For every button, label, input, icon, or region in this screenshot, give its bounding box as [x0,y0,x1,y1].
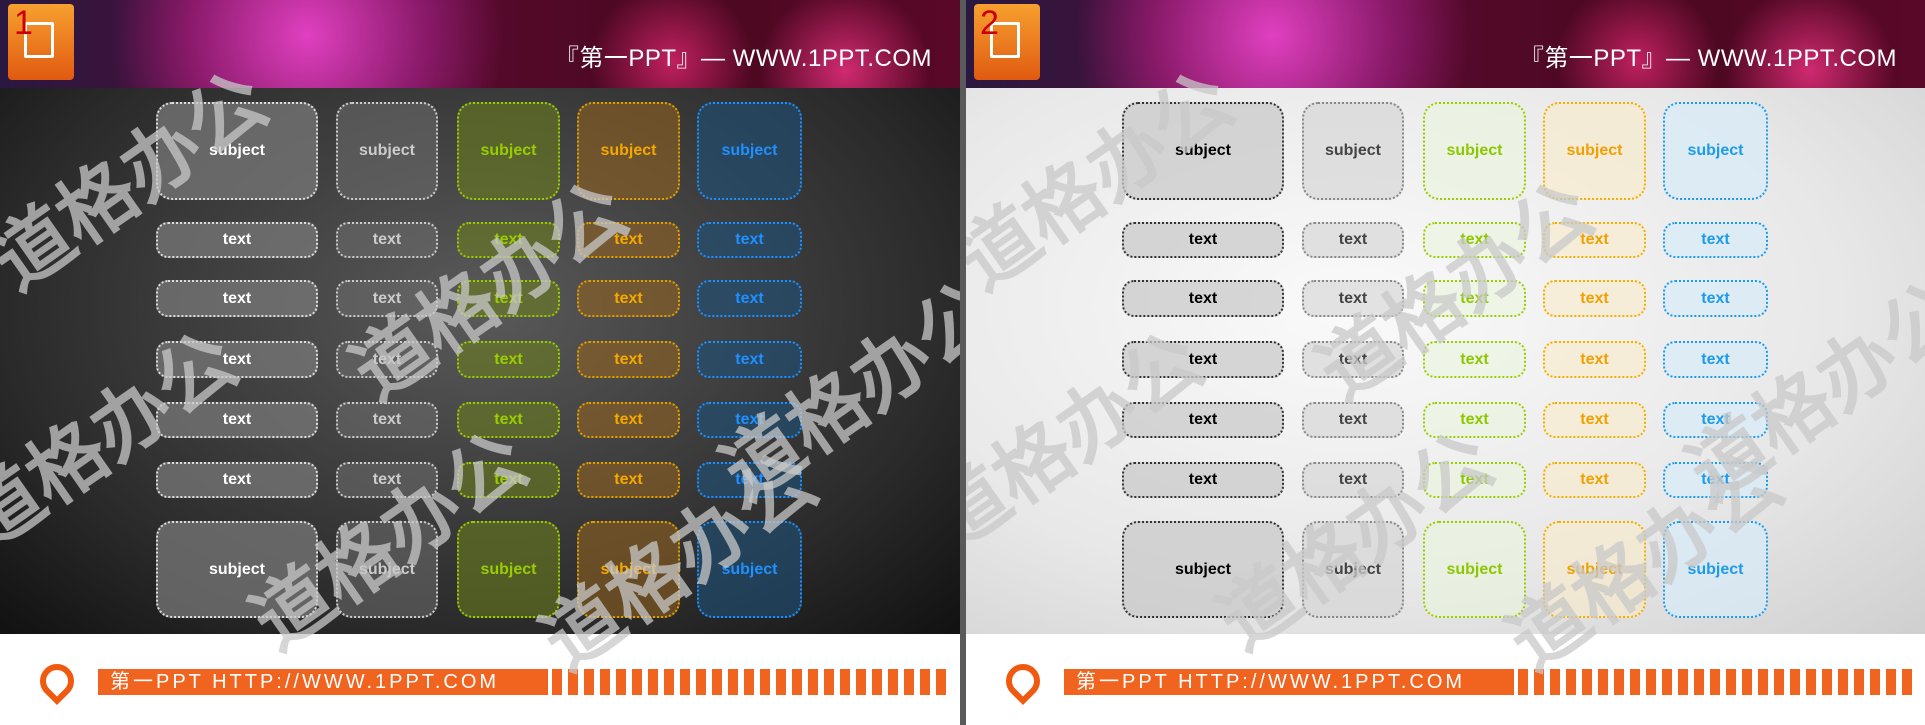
text-button[interactable]: text [1122,222,1284,258]
header-title: 『第一PPT』— WWW.1PPT.COM [1519,45,1897,72]
header-title: 『第一PPT』— WWW.1PPT.COM [554,45,932,72]
subject-button[interactable]: subject [336,521,438,618]
text-button[interactable]: text [1122,280,1284,317]
slide-2[interactable]: 2 『第一PPT』— WWW.1PPT.COM subject subject su… [966,0,1925,725]
text-button[interactable]: text [1663,341,1768,378]
text-button[interactable]: text [156,462,318,498]
text-button[interactable]: text [697,402,802,438]
subject-button[interactable]: subject [1423,521,1526,618]
subject-button[interactable]: subject [1543,102,1646,200]
text-button[interactable]: text [1663,280,1768,317]
text-button[interactable]: text [577,222,680,258]
footer-stripes [1518,669,1918,695]
footer-link[interactable]: 第一PPT HTTP://WWW.1PPT.COM [98,669,548,695]
slide-header: 1 『第一PPT』— WWW.1PPT.COM [0,0,960,88]
subject-button[interactable]: subject [457,102,560,200]
slide-footer: 第一PPT HTTP://WWW.1PPT.COM [0,634,960,725]
button-grid: subject subject subject subject subject text t… [0,88,960,634]
text-button[interactable]: text [457,222,560,258]
subject-button[interactable]: subject [697,102,802,200]
subject-button[interactable]: subject [457,521,560,618]
text-button[interactable]: text [1423,280,1526,317]
footer-link[interactable]: 第一PPT HTTP://WWW.1PPT.COM [1064,669,1514,695]
text-button[interactable]: text [156,402,318,438]
slide-number: 1 [14,4,33,42]
text-button[interactable]: text [1122,462,1284,498]
text-button[interactable]: text [1423,462,1526,498]
text-button[interactable]: text [336,341,438,378]
text-button[interactable]: text [577,280,680,317]
text-button[interactable]: text [156,341,318,378]
subject-button[interactable]: subject [156,102,318,200]
text-button[interactable]: text [1122,402,1284,438]
text-button[interactable]: text [697,280,802,317]
text-button[interactable]: text [1302,341,1404,378]
text-button[interactable]: text [1302,280,1404,317]
pin-icon [998,656,1048,706]
subject-button[interactable]: subject [1122,102,1284,200]
text-button[interactable]: text [1302,462,1404,498]
subject-button[interactable]: subject [1302,521,1404,618]
text-button[interactable]: text [1423,222,1526,258]
text-button[interactable]: text [1543,402,1646,438]
subject-button[interactable]: subject [1663,102,1768,200]
slide-number-badge: 2 [974,4,1040,80]
text-button[interactable]: text [1423,402,1526,438]
text-button[interactable]: text [1543,462,1646,498]
text-button[interactable]: text [577,462,680,498]
text-button[interactable]: text [156,280,318,317]
text-button[interactable]: text [336,222,438,258]
subject-button[interactable]: subject [1423,102,1526,200]
text-button[interactable]: text [457,341,560,378]
subject-button[interactable]: subject [577,102,680,200]
text-button[interactable]: text [457,402,560,438]
text-button[interactable]: text [697,222,802,258]
subject-button[interactable]: subject [1122,521,1284,618]
button-grid: subject subject subject subject subject text t… [966,88,1925,634]
text-button[interactable]: text [697,462,802,498]
footer-stripes [552,669,952,695]
slide-number: 2 [980,4,999,42]
text-button[interactable]: text [1543,280,1646,317]
pin-icon [32,656,82,706]
subject-button[interactable]: subject [156,521,318,618]
text-button[interactable]: text [1302,222,1404,258]
subject-button[interactable]: subject [1663,521,1768,618]
slide-footer: 第一PPT HTTP://WWW.1PPT.COM [966,634,1925,725]
text-button[interactable]: text [1122,341,1284,378]
text-button[interactable]: text [156,222,318,258]
slide-header: 2 『第一PPT』— WWW.1PPT.COM [966,0,1925,88]
text-button[interactable]: text [1302,402,1404,438]
slide-1[interactable]: 1 『第一PPT』— WWW.1PPT.COM subject subject su… [0,0,960,725]
text-button[interactable]: text [577,402,680,438]
text-button[interactable]: text [1423,341,1526,378]
text-button[interactable]: text [336,402,438,438]
text-button[interactable]: text [1543,341,1646,378]
text-button[interactable]: text [457,280,560,317]
slide-number-badge: 1 [8,4,74,80]
text-button[interactable]: text [697,341,802,378]
subject-button[interactable]: subject [1543,521,1646,618]
text-button[interactable]: text [1663,222,1768,258]
subject-button[interactable]: subject [697,521,802,618]
subject-button[interactable]: subject [577,521,680,618]
text-button[interactable]: text [1663,402,1768,438]
text-button[interactable]: text [336,280,438,317]
text-button[interactable]: text [1543,222,1646,258]
text-button[interactable]: text [577,341,680,378]
text-button[interactable]: text [336,462,438,498]
text-button[interactable]: text [1663,462,1768,498]
text-button[interactable]: text [457,462,560,498]
subject-button[interactable]: subject [336,102,438,200]
subject-button[interactable]: subject [1302,102,1404,200]
